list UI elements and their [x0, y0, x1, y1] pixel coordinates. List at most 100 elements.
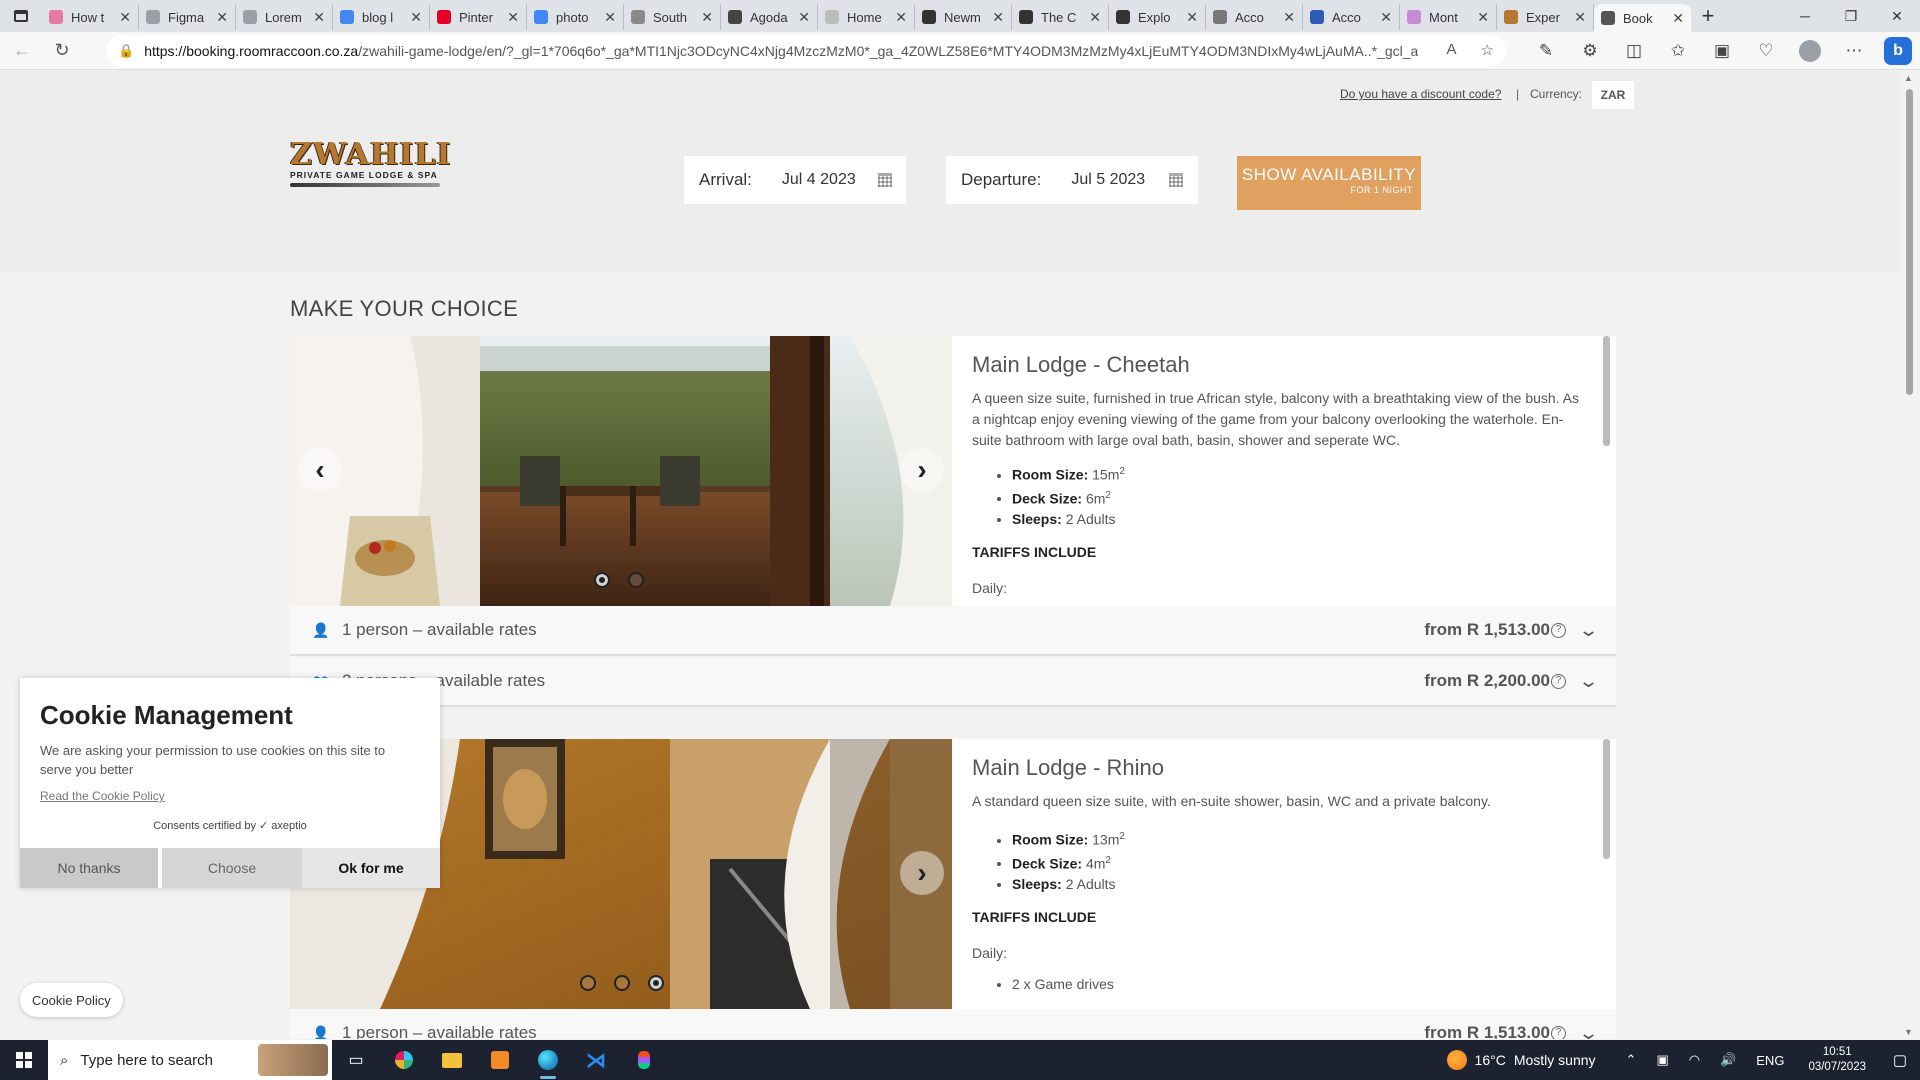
figma-icon[interactable]	[620, 1040, 668, 1080]
rate-row-2-persons[interactable]: 👥 2 persons – available rates from R 2,2…	[290, 657, 1616, 707]
no-thanks-button[interactable]: No thanks	[20, 848, 158, 888]
tab-close-icon[interactable]: ✕	[895, 9, 907, 26]
discount-code-link[interactable]: Do you have a discount code?	[1340, 87, 1501, 101]
browser-tab[interactable]: Acco ✕	[1303, 4, 1400, 30]
help-icon[interactable]: ?	[1551, 1025, 1566, 1039]
help-icon[interactable]: ?	[1551, 622, 1566, 638]
back-icon[interactable]: ←	[4, 35, 40, 67]
chevron-down-icon[interactable]: ⌄	[1578, 671, 1599, 692]
split-screen-icon[interactable]: ◫	[1612, 41, 1656, 61]
tab-actions-icon[interactable]	[0, 0, 42, 32]
browser-tab[interactable]: photo ✕	[527, 4, 624, 30]
task-view-icon[interactable]: ▭	[332, 1040, 380, 1080]
file-explorer-icon[interactable]	[428, 1040, 476, 1080]
collections-icon[interactable]: ▣	[1700, 41, 1744, 61]
browser-tab[interactable]: Figma ✕	[139, 4, 236, 30]
carousel-dot[interactable]	[580, 975, 596, 991]
carousel-prev-icon[interactable]: ‹	[298, 448, 342, 492]
carousel-dot[interactable]	[594, 572, 610, 588]
restore-icon[interactable]: ❐	[1828, 0, 1874, 32]
help-icon[interactable]: ?	[1551, 673, 1566, 689]
carousel-dot[interactable]	[648, 975, 664, 991]
show-availability-button[interactable]: SHOW AVAILABILITY FOR 1 NIGHT	[1237, 156, 1421, 210]
tab-close-icon[interactable]: ✕	[992, 9, 1004, 26]
tab-close-icon[interactable]: ✕	[1380, 9, 1392, 26]
tab-close-icon[interactable]: ✕	[701, 9, 713, 26]
meet-icon[interactable]: ▣	[1656, 1052, 1668, 1068]
details-scrollbar[interactable]	[1603, 739, 1610, 859]
ok-for-me-button[interactable]: Ok for me	[302, 848, 440, 888]
tab-close-icon[interactable]: ✕	[1477, 9, 1489, 26]
browser-tab[interactable]: blog l ✕	[333, 4, 430, 30]
rate-row-1-person[interactable]: 👤 1 person – available rates from R 1,51…	[290, 606, 1616, 656]
scroll-up-icon[interactable]: ▲	[1904, 73, 1913, 83]
more-menu-icon[interactable]: ⋯	[1832, 41, 1876, 61]
browser-tab[interactable]: South ✕	[624, 4, 721, 30]
url-field[interactable]: 🔒 https://booking.roomraccoon.co.za /zwa…	[106, 35, 1506, 67]
tab-close-icon[interactable]: ✕	[798, 9, 810, 26]
carousel-dot[interactable]	[614, 975, 630, 991]
browser-tab[interactable]: Home ✕	[818, 4, 915, 30]
details-scrollbar[interactable]	[1603, 336, 1610, 446]
browser-tab[interactable]: How t ✕	[42, 4, 139, 30]
wifi-icon[interactable]: ◠	[1689, 1052, 1700, 1068]
tab-close-icon[interactable]: ✕	[410, 9, 422, 26]
tab-close-icon[interactable]: ✕	[1574, 9, 1586, 26]
browser-tab[interactable]: Explo ✕	[1109, 4, 1206, 30]
bing-icon[interactable]: b	[1884, 37, 1912, 65]
profile-avatar[interactable]	[1799, 40, 1821, 62]
browser-tab[interactable]: Exper ✕	[1497, 4, 1594, 30]
tab-close-icon[interactable]: ✕	[216, 9, 228, 26]
read-aloud-icon[interactable]: A	[1447, 41, 1457, 59]
language-indicator[interactable]: ENG	[1756, 1053, 1784, 1068]
start-button[interactable]	[0, 1040, 48, 1080]
browser-tab[interactable]: Acco ✕	[1206, 4, 1303, 30]
browser-tab[interactable]: Agoda ✕	[721, 4, 818, 30]
tab-close-icon[interactable]: ✕	[604, 9, 616, 26]
departure-date-field[interactable]: Departure: Jul 5 2023	[946, 156, 1198, 204]
tab-close-icon[interactable]: ✕	[119, 9, 131, 26]
carousel-dot[interactable]	[628, 572, 644, 588]
zwahili-logo[interactable]: ZWAHILI PRIVATE GAME LODGE & SPA	[290, 137, 450, 197]
tab-close-icon[interactable]: ✕	[507, 9, 519, 26]
browser-tab[interactable]: The C ✕	[1012, 4, 1109, 30]
performance-icon[interactable]: ♡	[1744, 41, 1788, 61]
carousel-next-icon[interactable]: ›	[900, 448, 944, 492]
tab-close-icon[interactable]: ✕	[1283, 9, 1295, 26]
clock[interactable]: 10:51 03/07/2023	[1808, 1045, 1866, 1075]
chevron-down-icon[interactable]: ⌄	[1578, 1023, 1599, 1040]
tab-close-icon[interactable]: ✕	[1672, 10, 1684, 27]
new-tab-button[interactable]: +	[1691, 3, 1725, 29]
favorites-icon[interactable]: ✩	[1656, 41, 1700, 61]
volume-icon[interactable]: 🔊	[1720, 1052, 1736, 1068]
refresh-icon[interactable]: ↻	[44, 35, 80, 67]
favorite-star-icon[interactable]: ☆	[1481, 41, 1494, 59]
currency-select[interactable]: ZAR	[1592, 81, 1634, 109]
vscode-icon[interactable]: ⋊	[572, 1040, 620, 1080]
cookie-policy-button[interactable]: Cookie Policy	[20, 983, 123, 1017]
edge-icon[interactable]	[524, 1040, 572, 1080]
browser-tab[interactable]: Lorem ✕	[236, 4, 333, 30]
carousel-next-icon[interactable]: ›	[900, 851, 944, 895]
weather-widget[interactable]: 16°C Mostly sunny	[1446, 1050, 1596, 1070]
sublime-icon[interactable]	[476, 1040, 524, 1080]
browser-tab[interactable]: Newm ✕	[915, 4, 1012, 30]
minimize-icon[interactable]: ─	[1782, 0, 1828, 32]
taskbar-search[interactable]: ⌕ Type here to search	[48, 1040, 332, 1080]
browser-tab[interactable]: Mont ✕	[1400, 4, 1497, 30]
scroll-down-icon[interactable]: ▼	[1904, 1027, 1913, 1037]
choose-button[interactable]: Choose	[162, 848, 302, 888]
tab-close-icon[interactable]: ✕	[1186, 9, 1198, 26]
chevron-up-icon[interactable]: ⌃	[1626, 1052, 1637, 1068]
pen-icon[interactable]: ✎	[1524, 41, 1568, 61]
extensions-icon[interactable]: ⚙	[1568, 41, 1612, 61]
slack-icon[interactable]	[380, 1040, 428, 1080]
chevron-down-icon[interactable]: ⌄	[1578, 620, 1599, 641]
scrollbar-thumb[interactable]	[1906, 89, 1913, 395]
notifications-icon[interactable]: ▢	[1880, 1051, 1920, 1069]
cookie-policy-link[interactable]: Read the Cookie Policy	[40, 789, 440, 803]
browser-tab[interactable]: Pinter ✕	[430, 4, 527, 30]
page-scrollbar[interactable]: ▲ ▼	[1900, 71, 1920, 1039]
rate-row-1-person-rhino[interactable]: 👤 1 person – available rates from R 1,51…	[290, 1009, 1616, 1039]
close-window-icon[interactable]: ✕	[1874, 0, 1920, 32]
